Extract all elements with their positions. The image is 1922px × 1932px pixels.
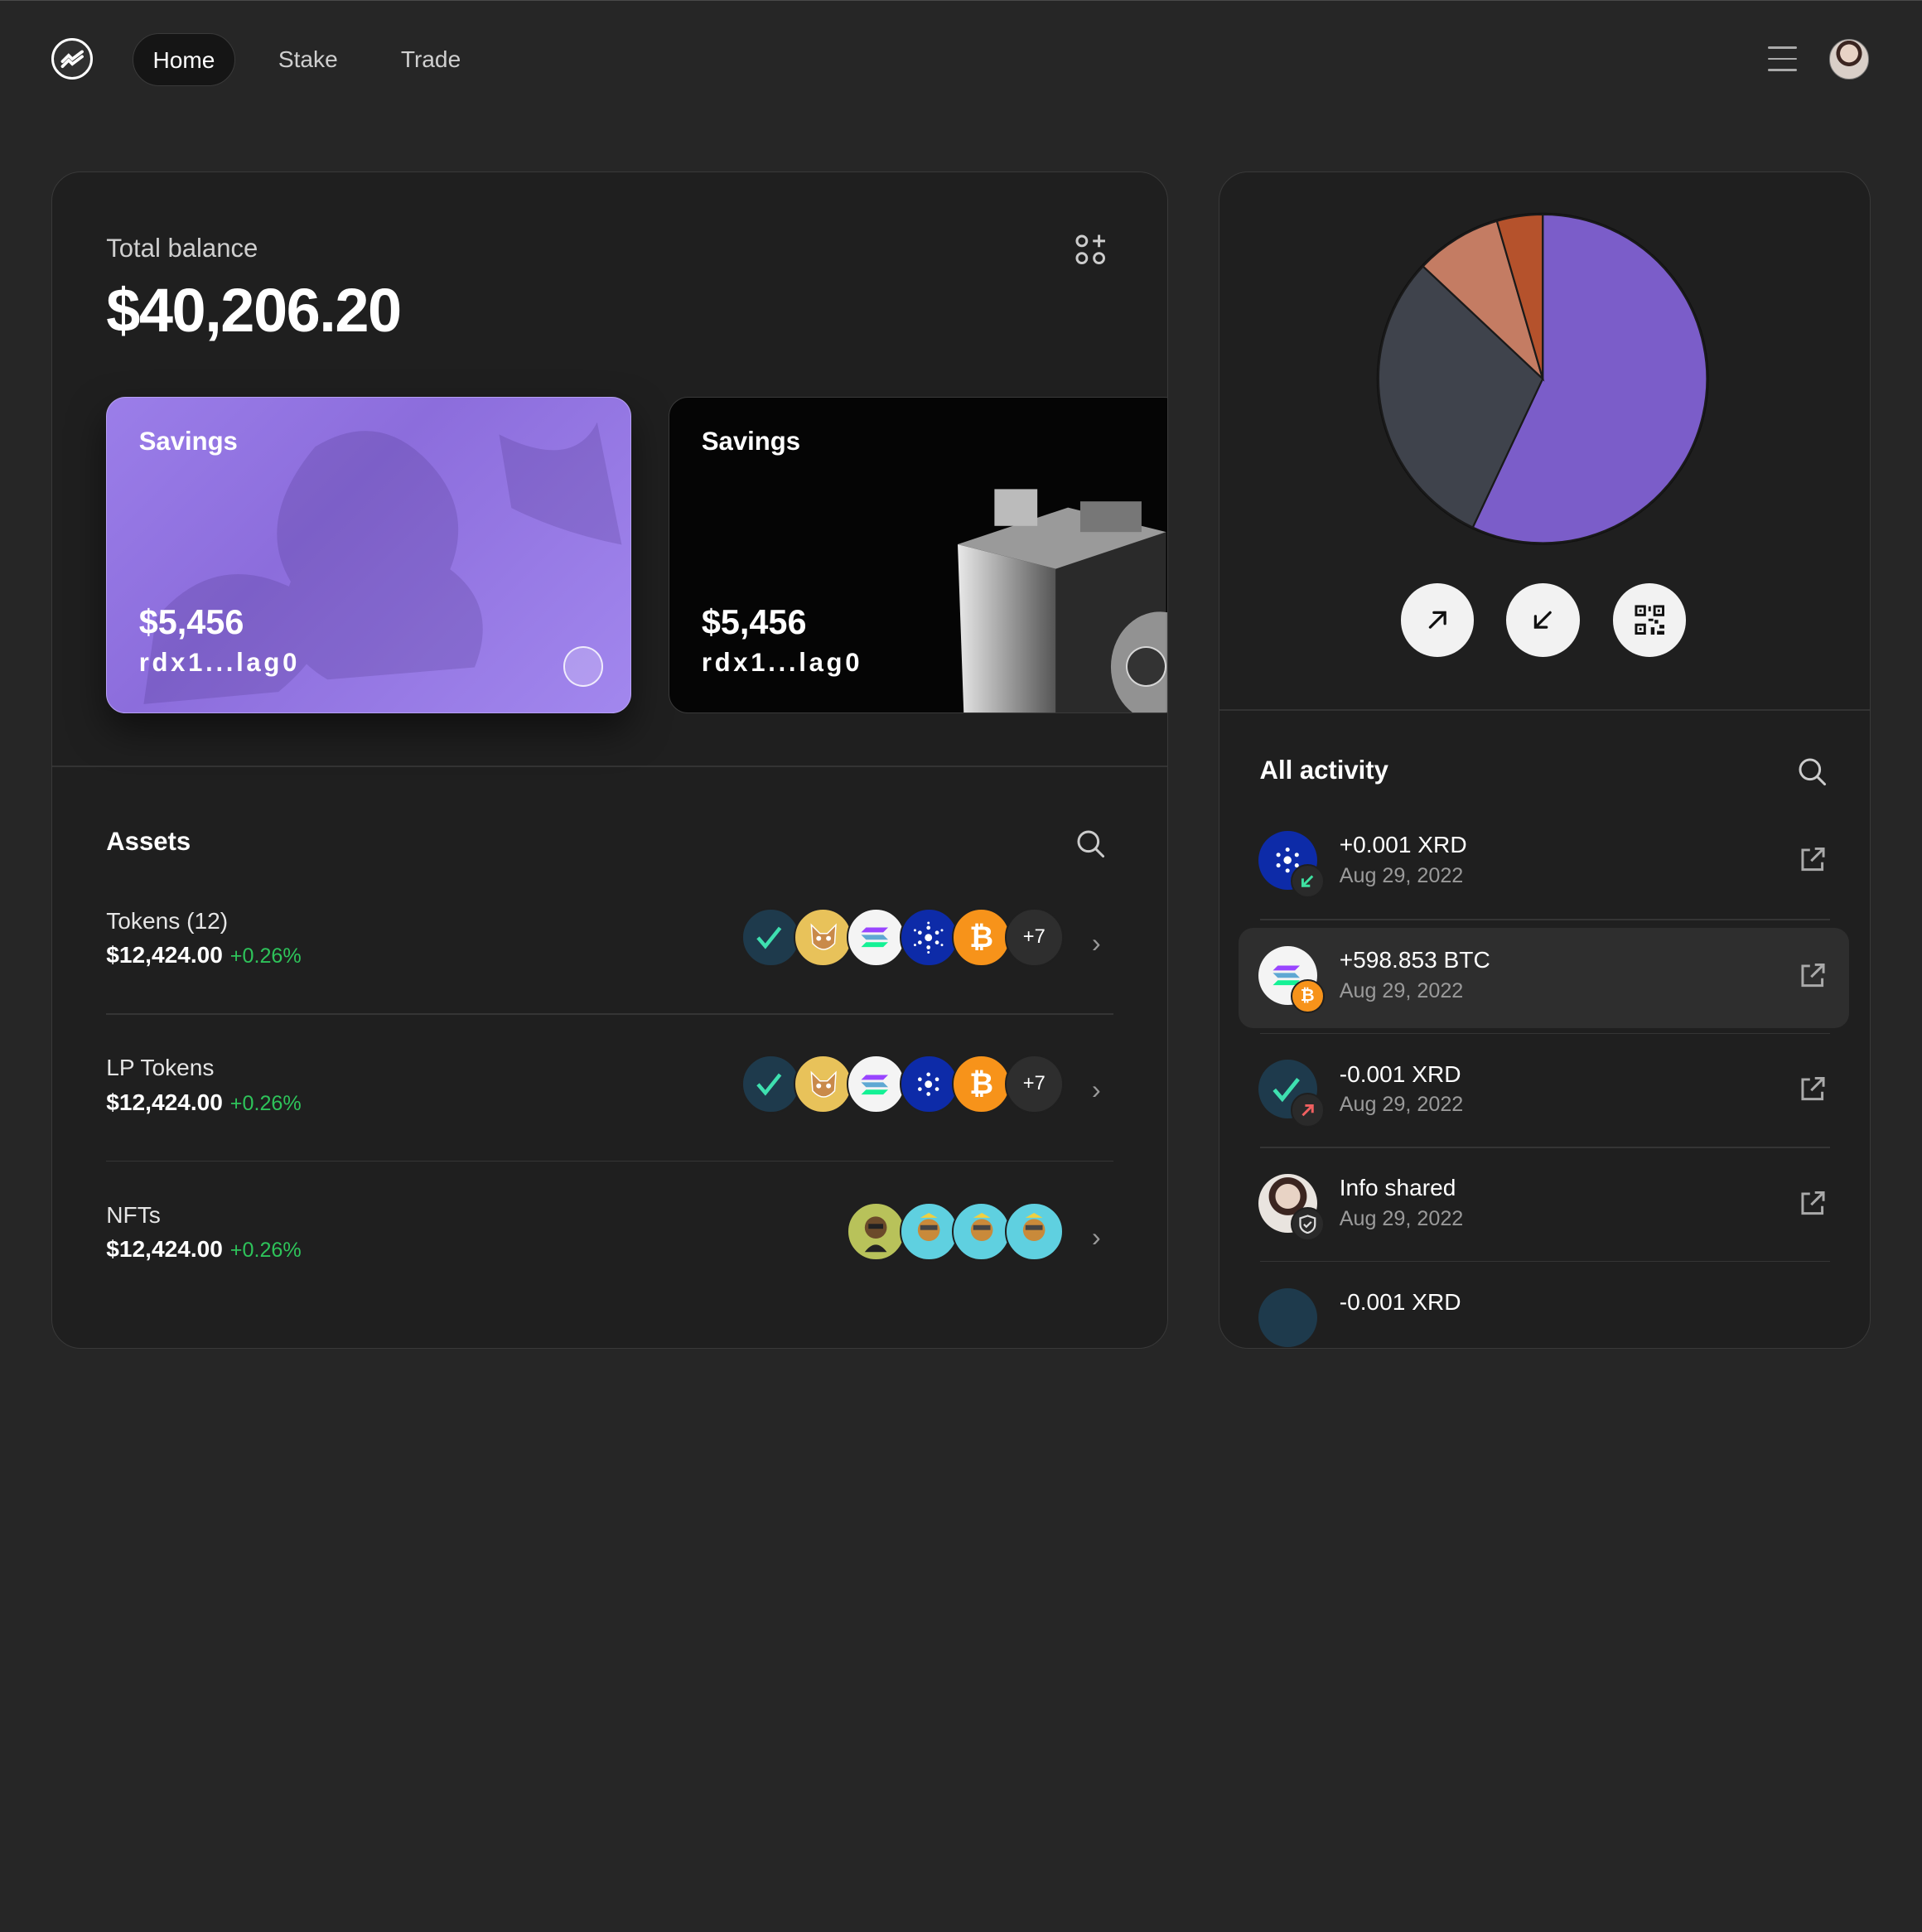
cat-token-icon xyxy=(794,907,853,967)
row-divider xyxy=(1259,1032,1830,1035)
savings-card-purple[interactable]: Savings $5,456 rdx1...lag0 xyxy=(106,396,631,713)
radix-logo-icon xyxy=(563,646,604,688)
card-amount: $5,456 xyxy=(701,603,807,642)
activity-item-date: Aug 29, 2022 xyxy=(1339,978,1464,1002)
asset-row-name: NFTs xyxy=(106,1202,161,1228)
tab-home[interactable]: Home xyxy=(132,32,236,86)
asset-row-name: LP Tokens xyxy=(106,1055,215,1081)
qr-code-icon xyxy=(1635,605,1664,635)
activity-search-icon[interactable] xyxy=(1798,757,1828,787)
card-title: Savings xyxy=(138,427,238,456)
bitcoin-icon: ₿ xyxy=(1290,978,1325,1014)
activity-item[interactable]: Info shared Aug 29, 2022 xyxy=(1239,1156,1849,1256)
asset-row-change: +0.26% xyxy=(229,944,302,968)
top-nav: Home Stake Trade xyxy=(0,0,1922,120)
row-divider xyxy=(1259,1261,1830,1263)
radix-icon xyxy=(741,907,800,967)
chevron-right-icon[interactable]: › xyxy=(1092,1222,1101,1253)
external-link-icon[interactable] xyxy=(1798,1075,1828,1104)
card-address: rdx1...lag0 xyxy=(138,647,301,677)
activity-item-title: Info shared xyxy=(1339,1175,1456,1201)
activity-title: All activity xyxy=(1259,756,1388,785)
more-tokens-badge: +7 xyxy=(1004,1055,1064,1114)
assets-search-icon[interactable] xyxy=(1076,829,1106,859)
app-logo-icon[interactable] xyxy=(51,37,94,80)
bitcoin-icon: ₿ xyxy=(952,1055,1012,1114)
activity-item[interactable]: +0.001 XRD Aug 29, 2022 xyxy=(1239,812,1849,912)
activity-item-title: -0.001 XRD xyxy=(1339,1289,1461,1316)
row-divider xyxy=(106,1013,1114,1015)
assets-title: Assets xyxy=(106,827,191,857)
asset-row-change: +0.26% xyxy=(229,1239,302,1263)
ape-nft-icon xyxy=(952,1202,1012,1262)
external-link-icon[interactable] xyxy=(1798,1189,1828,1219)
activity-item-title: +598.853 BTC xyxy=(1339,947,1490,973)
total-balance-value: $40,206.20 xyxy=(106,276,402,345)
card-amount: $5,456 xyxy=(138,603,244,642)
ape-nft-icon xyxy=(1004,1202,1064,1262)
tab-stake[interactable]: Stake xyxy=(258,33,357,86)
asset-row-tokens[interactable]: Tokens (12) $12,424.00 +0.26% ₿ +7 › xyxy=(106,907,1113,1031)
asset-row-value: $12,424.00 +0.26% xyxy=(106,1236,302,1263)
chevron-right-icon[interactable]: › xyxy=(1092,1075,1101,1105)
solana-icon xyxy=(846,1055,905,1114)
send-button[interactable] xyxy=(1400,582,1475,657)
asset-row-name: Tokens (12) xyxy=(106,907,229,934)
external-link-icon[interactable] xyxy=(1798,961,1828,991)
asset-row-change: +0.26% xyxy=(229,1091,302,1115)
solana-icon xyxy=(846,907,905,967)
hamburger-menu-icon[interactable] xyxy=(1767,46,1798,71)
external-link-icon[interactable] xyxy=(1798,845,1828,875)
arrow-down-left-icon xyxy=(1533,611,1552,629)
receive-button[interactable] xyxy=(1505,582,1580,657)
asset-row-value: $12,424.00 +0.26% xyxy=(106,1089,302,1115)
asset-row-nfts[interactable]: NFTs $12,424.00 +0.26% › xyxy=(106,1202,1113,1325)
activity-item-title: -0.001 XRD xyxy=(1339,1060,1461,1087)
activity-item-date: Aug 29, 2022 xyxy=(1339,1206,1464,1230)
row-divider xyxy=(1259,919,1830,920)
card-title: Savings xyxy=(701,427,800,456)
activity-item[interactable]: -0.001 XRD xyxy=(1239,1269,1849,1347)
receive-arrow-icon xyxy=(1290,863,1325,899)
tab-trade[interactable]: Trade xyxy=(381,33,480,86)
more-tokens-badge: +7 xyxy=(1004,907,1064,967)
wallet-panel: Total balance $40,206.20 Savings $5,456 … xyxy=(51,171,1169,1349)
asset-row-lp-tokens[interactable]: LP Tokens $12,424.00 +0.26% ₿ +7 › xyxy=(106,1055,1113,1177)
ape-nft-icon xyxy=(846,1202,905,1262)
cat-token-icon xyxy=(794,1055,853,1114)
arrow-up-right-icon xyxy=(1428,611,1446,629)
activity-item-title: +0.001 XRD xyxy=(1339,832,1467,858)
user-avatar[interactable] xyxy=(1828,39,1870,80)
chevron-right-icon[interactable]: › xyxy=(1092,928,1101,959)
savings-card-black[interactable]: Savings $5,456 rdx1...lag0 xyxy=(669,396,1168,713)
send-arrow-icon xyxy=(1290,1093,1325,1128)
ape-nft-icon xyxy=(899,1202,959,1262)
radix-icon xyxy=(1258,1287,1318,1347)
total-balance-label: Total balance xyxy=(106,234,258,263)
asset-row-value: $12,424.00 +0.26% xyxy=(106,942,302,968)
activity-item[interactable]: -0.001 XRD Aug 29, 2022 xyxy=(1239,1041,1849,1142)
radix-logo-icon xyxy=(1125,646,1166,688)
row-divider xyxy=(106,1160,1114,1162)
activity-item-date: Aug 29, 2022 xyxy=(1339,1093,1464,1117)
activity-panel: All activity +0.001 XRD Aug 29, 2022 ₿ +… xyxy=(1218,171,1871,1349)
activity-item[interactable]: ₿ +598.853 BTC Aug 29, 2022 xyxy=(1239,927,1850,1028)
cardano-icon xyxy=(899,1055,959,1114)
portfolio-pie-chart xyxy=(1376,212,1709,545)
bitcoin-icon: ₿ xyxy=(952,907,1012,967)
radix-icon xyxy=(741,1055,800,1114)
shield-icon xyxy=(1290,1206,1325,1242)
card-address: rdx1...lag0 xyxy=(701,647,863,677)
add-widget-icon[interactable] xyxy=(1074,234,1106,265)
section-divider xyxy=(1219,709,1870,711)
cardano-icon xyxy=(899,907,959,967)
qr-code-button[interactable] xyxy=(1612,582,1687,657)
activity-item-date: Aug 29, 2022 xyxy=(1339,863,1464,887)
